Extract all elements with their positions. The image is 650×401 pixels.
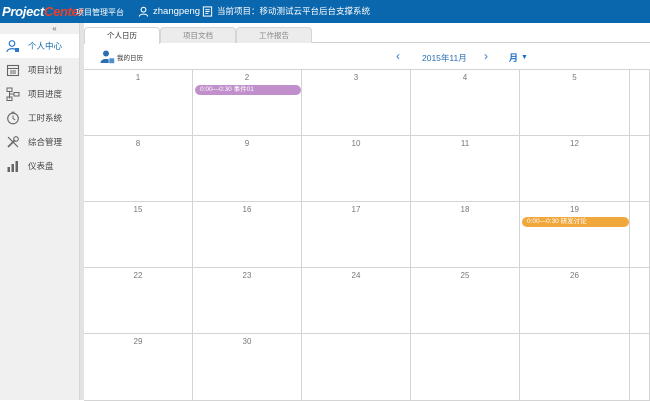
user-icon bbox=[138, 6, 149, 17]
calendar-day-cell[interactable] bbox=[411, 334, 520, 401]
sidebar-item-project-plan[interactable]: 项目计划 bbox=[0, 58, 79, 82]
day-number: 3 bbox=[353, 73, 359, 82]
calendar-day-cell[interactable]: 23 bbox=[193, 268, 302, 334]
tab-project-docs[interactable]: 项目文档 bbox=[160, 27, 236, 43]
hierarchy-icon bbox=[6, 87, 20, 101]
user-menu[interactable]: zhangpeng bbox=[138, 3, 200, 19]
calendar-day-cell[interactable]: 19 bbox=[520, 202, 630, 268]
calendar-day-cell[interactable]: 16 bbox=[193, 202, 302, 268]
day-number: 23 bbox=[242, 271, 252, 280]
top-bar: ProjectCenter 项目管理平台 zhangpeng 当前项目：移动测试… bbox=[0, 0, 650, 23]
sidebar-item-label: 仪表盘 bbox=[28, 161, 54, 171]
calendar-day-cell[interactable]: 5 bbox=[520, 70, 630, 136]
calendar-day-cell[interactable]: 11 bbox=[411, 136, 520, 202]
day-number: 10 bbox=[351, 139, 361, 148]
calendar-day-cell[interactable] bbox=[630, 136, 650, 202]
day-number: 1 bbox=[135, 73, 141, 82]
sidebar-item-personal-center[interactable]: 个人中心 bbox=[0, 34, 79, 58]
day-number: 15 bbox=[133, 205, 143, 214]
sidebar-item-label: 综合管理 bbox=[28, 137, 63, 147]
sidebar-item-dashboard[interactable]: 仪表盘 bbox=[0, 154, 79, 178]
current-month: 2015年11月 bbox=[422, 53, 467, 63]
day-number: 11 bbox=[460, 139, 470, 148]
view-selector[interactable]: 月 ▼ bbox=[509, 51, 528, 64]
sidebar-item-label: 工时系统 bbox=[28, 113, 63, 123]
day-number: 4 bbox=[462, 73, 468, 82]
calendar-day-cell[interactable]: 29 bbox=[84, 334, 193, 401]
day-number: 30 bbox=[242, 337, 252, 346]
day-number: 26 bbox=[570, 271, 579, 280]
clock-icon bbox=[7, 111, 19, 125]
day-number: 24 bbox=[351, 271, 361, 280]
calendar-day-cell[interactable]: 30 bbox=[193, 334, 302, 401]
logo-project: Project bbox=[2, 4, 44, 19]
day-number: 2 bbox=[244, 73, 250, 82]
calendar-day-cell[interactable] bbox=[630, 70, 650, 136]
calendar-day-cell[interactable]: 8 bbox=[84, 136, 193, 202]
current-project[interactable]: 当前项目：移动测试云平台后台支撑系统 bbox=[202, 3, 370, 19]
next-month-button[interactable]: › bbox=[484, 49, 488, 63]
calendar-day-cell[interactable]: 26 bbox=[520, 268, 630, 334]
tab-bar: 个人日历 项目文档 工作报告 bbox=[84, 25, 650, 44]
calendar-day-cell[interactable] bbox=[520, 334, 630, 401]
calendar-day-cell[interactable]: 1 bbox=[84, 70, 193, 136]
sidebar-item-timesheet[interactable]: 工时系统 bbox=[0, 106, 79, 130]
user-icon bbox=[6, 40, 19, 53]
day-number: 16 bbox=[242, 205, 252, 214]
calendar-day-cell[interactable]: 2 bbox=[193, 70, 302, 136]
username: zhangpeng bbox=[153, 5, 201, 17]
sidebar-item-project-progress[interactable]: 项目进度 bbox=[0, 82, 79, 106]
sidebar-item-general-management[interactable]: 综合管理 bbox=[0, 130, 79, 154]
calendar-day-cell[interactable]: 9 bbox=[193, 136, 302, 202]
day-number: 19 bbox=[570, 205, 579, 214]
logo-subtitle: 项目管理平台 bbox=[76, 8, 124, 17]
calendar-user-icon bbox=[100, 50, 115, 64]
day-number: 25 bbox=[460, 271, 470, 280]
calendar-icon bbox=[6, 64, 20, 77]
day-number: 17 bbox=[351, 205, 361, 214]
chevron-down-icon: ▼ bbox=[521, 54, 528, 61]
day-number: 18 bbox=[460, 205, 470, 214]
calendar-event[interactable]: 0:00—0:30 研发讨论 bbox=[522, 217, 629, 227]
calendar-day-cell[interactable]: 18 bbox=[411, 202, 520, 268]
sidebar-item-label: 项目计划 bbox=[28, 65, 63, 75]
bar-chart-icon bbox=[7, 161, 18, 172]
app-logo[interactable]: ProjectCenter bbox=[2, 4, 84, 19]
day-number: 5 bbox=[572, 73, 577, 82]
month-calendar-grid: 1 2 3 4 5 8 9 10 11 12 15 16 17 18 19 22 23 24 25 26 29 30 0:0… bbox=[84, 69, 650, 401]
calendar-day-cell[interactable]: 15 bbox=[84, 202, 193, 268]
calendar-toolbar: 我的日历 ‹ 2015年11月 › 月 ▼ bbox=[84, 44, 650, 69]
calendar-day-cell[interactable]: 10 bbox=[302, 136, 411, 202]
day-number: 29 bbox=[133, 337, 143, 346]
tab-work-reports[interactable]: 工作报告 bbox=[236, 27, 312, 43]
calendar-day-cell[interactable] bbox=[630, 202, 650, 268]
my-calendar-button[interactable]: 我的日历 bbox=[100, 49, 143, 64]
calendar-day-cell[interactable]: 22 bbox=[84, 268, 193, 334]
calendar-day-cell[interactable] bbox=[630, 334, 650, 401]
view-selector-label: 月 bbox=[509, 53, 519, 63]
calendar-day-cell[interactable]: 12 bbox=[520, 136, 630, 202]
previous-month-button[interactable]: ‹ bbox=[396, 49, 400, 63]
day-number: 9 bbox=[244, 139, 250, 148]
calendar-day-cell[interactable]: 24 bbox=[302, 268, 411, 334]
sidebar: « 个人中心 项目计划 项目进度 工时系统 综合管理 仪表盘 bbox=[0, 23, 80, 400]
calendar-day-cell[interactable]: 3 bbox=[302, 70, 411, 136]
sidebar-item-label: 项目进度 bbox=[28, 89, 63, 99]
calendar-day-cell[interactable] bbox=[302, 334, 411, 401]
collapse-sidebar-button[interactable]: « bbox=[0, 23, 79, 34]
sidebar-item-label: 个人中心 bbox=[28, 41, 63, 51]
calendar-day-cell[interactable]: 4 bbox=[411, 70, 520, 136]
current-project-label: 当前项目：移动测试云平台后台支撑系统 bbox=[217, 6, 371, 16]
calendar-event[interactable]: 0:00—0:30 事件01 bbox=[195, 85, 301, 95]
day-number: 12 bbox=[570, 139, 579, 148]
document-icon bbox=[202, 5, 213, 17]
my-calendar-label: 我的日历 bbox=[117, 54, 143, 62]
day-number: 8 bbox=[135, 139, 141, 148]
tab-personal-calendar[interactable]: 个人日历 bbox=[84, 27, 160, 44]
calendar-day-cell[interactable] bbox=[630, 268, 650, 334]
day-number: 22 bbox=[133, 271, 143, 280]
calendar-day-cell[interactable]: 25 bbox=[411, 268, 520, 334]
tools-icon bbox=[7, 136, 19, 148]
calendar-day-cell[interactable]: 17 bbox=[302, 202, 411, 268]
